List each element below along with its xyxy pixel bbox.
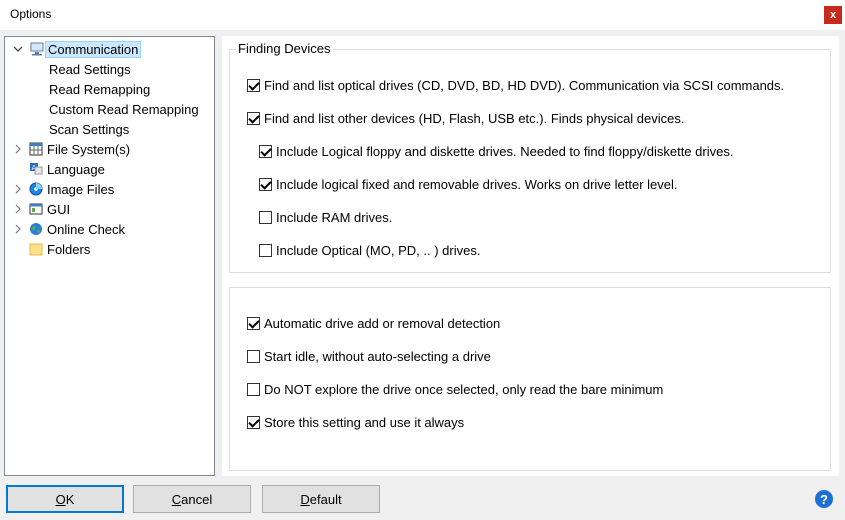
chevron-right-icon[interactable]	[13, 224, 23, 234]
tree-item-online-check[interactable]: Online Check	[5, 219, 214, 239]
option-label: Do NOT explore the drive once selected, …	[264, 381, 664, 397]
chevron-right-icon[interactable]	[13, 184, 23, 194]
tree-item-label: Read Settings	[49, 61, 131, 77]
tree-item-read-remapping[interactable]: Read Remapping	[49, 79, 150, 99]
ok-label-rest: K	[65, 491, 75, 507]
tree-item-communication[interactable]: Communication	[5, 39, 214, 59]
tree-item-label: Read Remapping	[49, 81, 151, 97]
option-include-optical-mo-pd[interactable]: Include Optical (MO, PD, .. ) drives.	[259, 241, 480, 259]
chevron-down-icon[interactable]	[13, 44, 23, 54]
option-include-floppy[interactable]: Include Logical floppy and diskette driv…	[259, 142, 733, 160]
checkbox[interactable]	[259, 144, 272, 158]
computer-network-icon	[29, 42, 44, 56]
checkbox[interactable]	[259, 243, 272, 257]
window-title: Options	[10, 7, 52, 21]
tree-item-label: Language	[47, 161, 105, 177]
checkbox[interactable]	[259, 210, 272, 224]
title-bar: Options x	[0, 0, 845, 30]
tree-item-custom-read-remapping[interactable]: Custom Read Remapping	[49, 99, 199, 119]
option-label: Include Optical (MO, PD, .. ) drives.	[276, 242, 481, 258]
option-start-idle[interactable]: Start idle, without auto-selecting a dri…	[247, 347, 491, 365]
tree-item-folders[interactable]: Folders	[5, 239, 214, 259]
checkbox[interactable]	[247, 78, 260, 92]
folder-icon	[29, 242, 43, 256]
default-label-rest: efault	[309, 491, 342, 507]
ok-button[interactable]: OK	[6, 485, 124, 513]
tree-item-label: Communication	[45, 40, 142, 58]
option-label: Include logical fixed and removable driv…	[276, 176, 678, 192]
tree-item-label: Folders	[47, 241, 91, 257]
checkbox[interactable]	[247, 349, 260, 363]
close-button[interactable]: x	[824, 6, 842, 24]
default-mnemonic: D	[300, 491, 310, 507]
option-label: Automatic drive add or removal detection	[264, 315, 501, 331]
checkbox[interactable]	[247, 415, 260, 429]
option-automatic-detection[interactable]: Automatic drive add or removal detection	[247, 314, 500, 332]
ok-mnemonic: O	[55, 491, 66, 507]
detection-panel: Automatic drive add or removal detection…	[222, 281, 839, 476]
option-find-optical-drives[interactable]: Find and list optical drives (CD, DVD, B…	[247, 76, 784, 94]
tree-item-label: Custom Read Remapping	[49, 101, 199, 117]
tree-item-label: GUI	[47, 201, 71, 217]
disc-image-icon	[29, 182, 43, 196]
tree-item-label: Online Check	[47, 221, 126, 237]
tree-item-read-settings[interactable]: Read Settings	[49, 59, 131, 79]
tree-item-file-systems[interactable]: File System(s)	[5, 139, 214, 159]
tree-item-label: Scan Settings	[49, 121, 130, 137]
option-find-other-devices[interactable]: Find and list other devices (HD, Flash, …	[247, 109, 685, 127]
option-include-logical-drives[interactable]: Include logical fixed and removable driv…	[259, 175, 678, 193]
cancel-button[interactable]: Cancel	[133, 485, 251, 513]
chevron-right-icon[interactable]	[13, 204, 23, 214]
tree-item-scan-settings[interactable]: Scan Settings	[49, 119, 129, 139]
finding-devices-panel: Finding Devices Find and list optical dr…	[222, 36, 839, 281]
close-icon: x	[829, 9, 837, 21]
tree-item-gui[interactable]: GUI	[5, 199, 214, 219]
tree-item-image-files[interactable]: Image Files	[5, 179, 214, 199]
tree-item-label: Image Files	[47, 181, 115, 197]
option-label: Find and list optical drives (CD, DVD, B…	[264, 77, 785, 93]
file-system-grid-icon	[29, 142, 43, 156]
option-store-setting[interactable]: Store this setting and use it always	[247, 413, 464, 431]
options-tree[interactable]: Communication Read Settings Read Remappi…	[4, 36, 215, 476]
tree-item-label: File System(s)	[47, 141, 131, 157]
chevron-right-icon[interactable]	[13, 144, 23, 154]
window-gui-icon	[29, 202, 43, 216]
option-label: Start idle, without auto-selecting a dri…	[264, 348, 491, 364]
checkbox[interactable]	[247, 382, 260, 396]
checkbox[interactable]	[247, 316, 260, 330]
option-include-ram-drives[interactable]: Include RAM drives.	[259, 208, 392, 226]
group-title: Finding Devices	[236, 41, 333, 56]
default-button[interactable]: Default	[262, 485, 380, 513]
help-icon[interactable]: ?	[815, 490, 833, 508]
globe-icon	[29, 222, 43, 236]
option-do-not-explore[interactable]: Do NOT explore the drive once selected, …	[247, 380, 663, 398]
checkbox[interactable]	[247, 111, 260, 125]
tree-item-language[interactable]: A Language	[5, 159, 214, 179]
checkbox[interactable]	[259, 177, 272, 191]
option-label: Store this setting and use it always	[264, 414, 465, 430]
option-label: Find and list other devices (HD, Flash, …	[264, 110, 685, 126]
language-icon: A	[29, 162, 43, 176]
option-label: Include RAM drives.	[276, 209, 393, 225]
cancel-label-rest: ancel	[181, 491, 213, 507]
cancel-mnemonic: C	[171, 491, 182, 507]
option-label: Include Logical floppy and diskette driv…	[276, 143, 734, 159]
